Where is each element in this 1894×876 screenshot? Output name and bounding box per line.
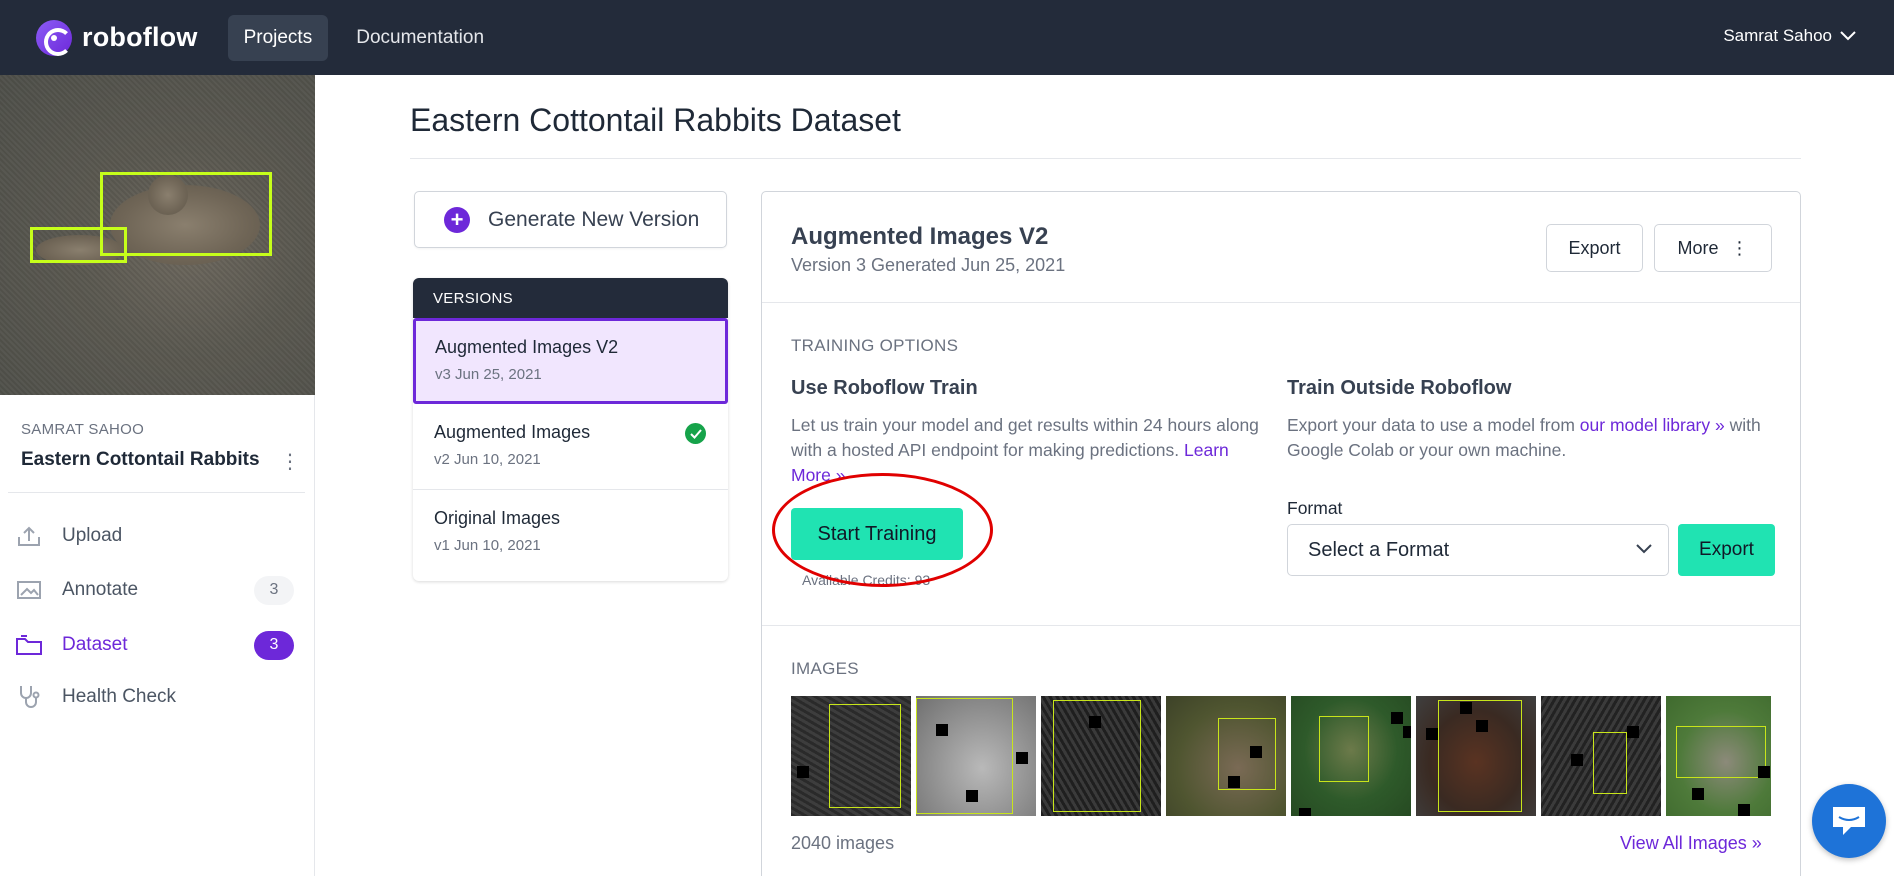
project-owner: SAMRAT SAHOO <box>21 421 145 438</box>
version-card: Augmented Images V2 Version 3 Generated … <box>761 191 1801 876</box>
roboflow-logo-icon <box>36 19 72 56</box>
project-name: Eastern Cottontail Rabbits <box>21 449 260 470</box>
image-thumbnail[interactable] <box>1541 696 1661 816</box>
project-options-icon[interactable]: ⋮ <box>280 449 300 474</box>
page-title: Eastern Cottontail Rabbits Dataset <box>410 102 901 138</box>
image-thumbnail[interactable] <box>916 696 1036 816</box>
available-credits: Available Credits: 93 <box>802 572 931 588</box>
check-circle-icon <box>685 423 706 444</box>
export-format-button[interactable]: Export <box>1678 524 1775 576</box>
version-name: Augmented Images V2 <box>435 337 619 357</box>
start-training-button[interactable]: Start Training <box>791 508 963 560</box>
divider <box>8 492 305 493</box>
format-label: Format <box>1287 498 1343 518</box>
image-thumbnail[interactable] <box>1291 696 1411 816</box>
sidebar-item-annotate[interactable]: Annotate 3 <box>14 572 294 608</box>
divider <box>410 158 1801 159</box>
upload-icon <box>14 521 44 551</box>
format-select[interactable]: Select a Format <box>1287 524 1669 576</box>
sidebar-item-label: Dataset <box>62 634 128 655</box>
divider <box>762 625 1800 626</box>
version-item[interactable]: Augmented Images V2 v3 Jun 25, 2021 <box>413 318 728 404</box>
export-button[interactable]: Export <box>1546 224 1643 272</box>
sidebar-item-health-check[interactable]: Health Check <box>14 679 294 715</box>
roboflow-train-title: Use Roboflow Train <box>791 377 978 399</box>
dataset-folder-icon <box>14 630 44 660</box>
chevron-down-icon <box>1636 544 1652 554</box>
image-count: 2040 images <box>791 833 895 853</box>
chat-icon <box>1833 807 1865 835</box>
sidebar: SAMRAT SAHOO Eastern Cottontail Rabbits … <box>0 75 315 876</box>
sidebar-item-label: Health Check <box>62 686 177 707</box>
divider <box>762 302 1800 303</box>
sidebar-item-upload[interactable]: Upload <box>14 518 294 554</box>
user-name: Samrat Sahoo <box>1723 26 1832 45</box>
versions-header: VERSIONS <box>413 278 728 318</box>
image-thumbnail[interactable] <box>1666 696 1771 816</box>
nav-projects[interactable]: Projects <box>227 14 329 61</box>
project-thumbnail <box>0 75 315 395</box>
model-library-link[interactable]: our model library » <box>1580 415 1725 435</box>
more-button[interactable]: More ⋮ <box>1654 224 1772 272</box>
view-all-images-link[interactable]: View All Images » <box>1620 833 1762 854</box>
nav-documentation[interactable]: Documentation <box>340 15 500 61</box>
export-label: Export <box>1568 237 1621 258</box>
image-thumbnail[interactable] <box>1166 696 1286 816</box>
version-subtitle: Version 3 Generated Jun 25, 2021 <box>791 255 1066 275</box>
dataset-count-badge: 3 <box>254 630 294 660</box>
images-label: IMAGES <box>791 659 859 678</box>
image-thumbnails <box>791 696 1771 816</box>
plus-icon: + <box>444 206 470 233</box>
versions-panel: VERSIONS Augmented Images V2 v3 Jun 25, … <box>413 278 728 581</box>
user-menu[interactable]: Samrat Sahoo <box>1723 26 1856 46</box>
version-item[interactable]: Original Images v1 Jun 10, 2021 <box>413 490 728 576</box>
kebab-icon: ⋮ <box>1730 237 1749 258</box>
format-selected-value: Select a Format <box>1308 538 1450 561</box>
train-outside-description: Export your data to use a model from our… <box>1287 415 1761 460</box>
generate-new-version-button[interactable]: + Generate New Version <box>414 191 727 248</box>
image-thumbnail[interactable] <box>791 696 911 816</box>
generate-label: Generate New Version <box>488 207 700 231</box>
brand-name: roboflow <box>82 22 198 52</box>
image-thumbnail[interactable] <box>1416 696 1536 816</box>
version-name: Original Images <box>434 508 561 528</box>
version-date: v3 Jun 25, 2021 <box>435 366 542 383</box>
annotation-box <box>30 227 127 263</box>
train-outside-title: Train Outside Roboflow <box>1287 377 1512 399</box>
sidebar-item-dataset[interactable]: Dataset 3 <box>14 627 294 663</box>
chat-support-button[interactable] <box>1812 784 1886 858</box>
chevron-down-icon <box>1840 31 1856 41</box>
sidebar-item-label: Upload <box>62 525 123 546</box>
annotate-count-badge: 3 <box>254 575 294 605</box>
version-name: Augmented Images <box>434 422 591 442</box>
version-date: v2 Jun 10, 2021 <box>434 451 541 468</box>
roboflow-train-description: Let us train your model and get results … <box>791 415 1259 485</box>
stethoscope-icon <box>14 682 44 712</box>
more-label: More <box>1677 237 1719 258</box>
version-item[interactable]: Augmented Images v2 Jun 10, 2021 <box>413 404 728 490</box>
logo[interactable]: roboflow <box>36 19 198 56</box>
top-nav: roboflow Projects Documentation Samrat S… <box>0 0 1894 75</box>
training-options-label: TRAINING OPTIONS <box>791 336 959 355</box>
version-date: v1 Jun 10, 2021 <box>434 537 541 554</box>
annotate-icon <box>14 575 44 605</box>
image-thumbnail[interactable] <box>1041 696 1161 816</box>
version-title: Augmented Images V2 <box>791 223 1049 250</box>
sidebar-item-label: Annotate <box>62 579 139 600</box>
